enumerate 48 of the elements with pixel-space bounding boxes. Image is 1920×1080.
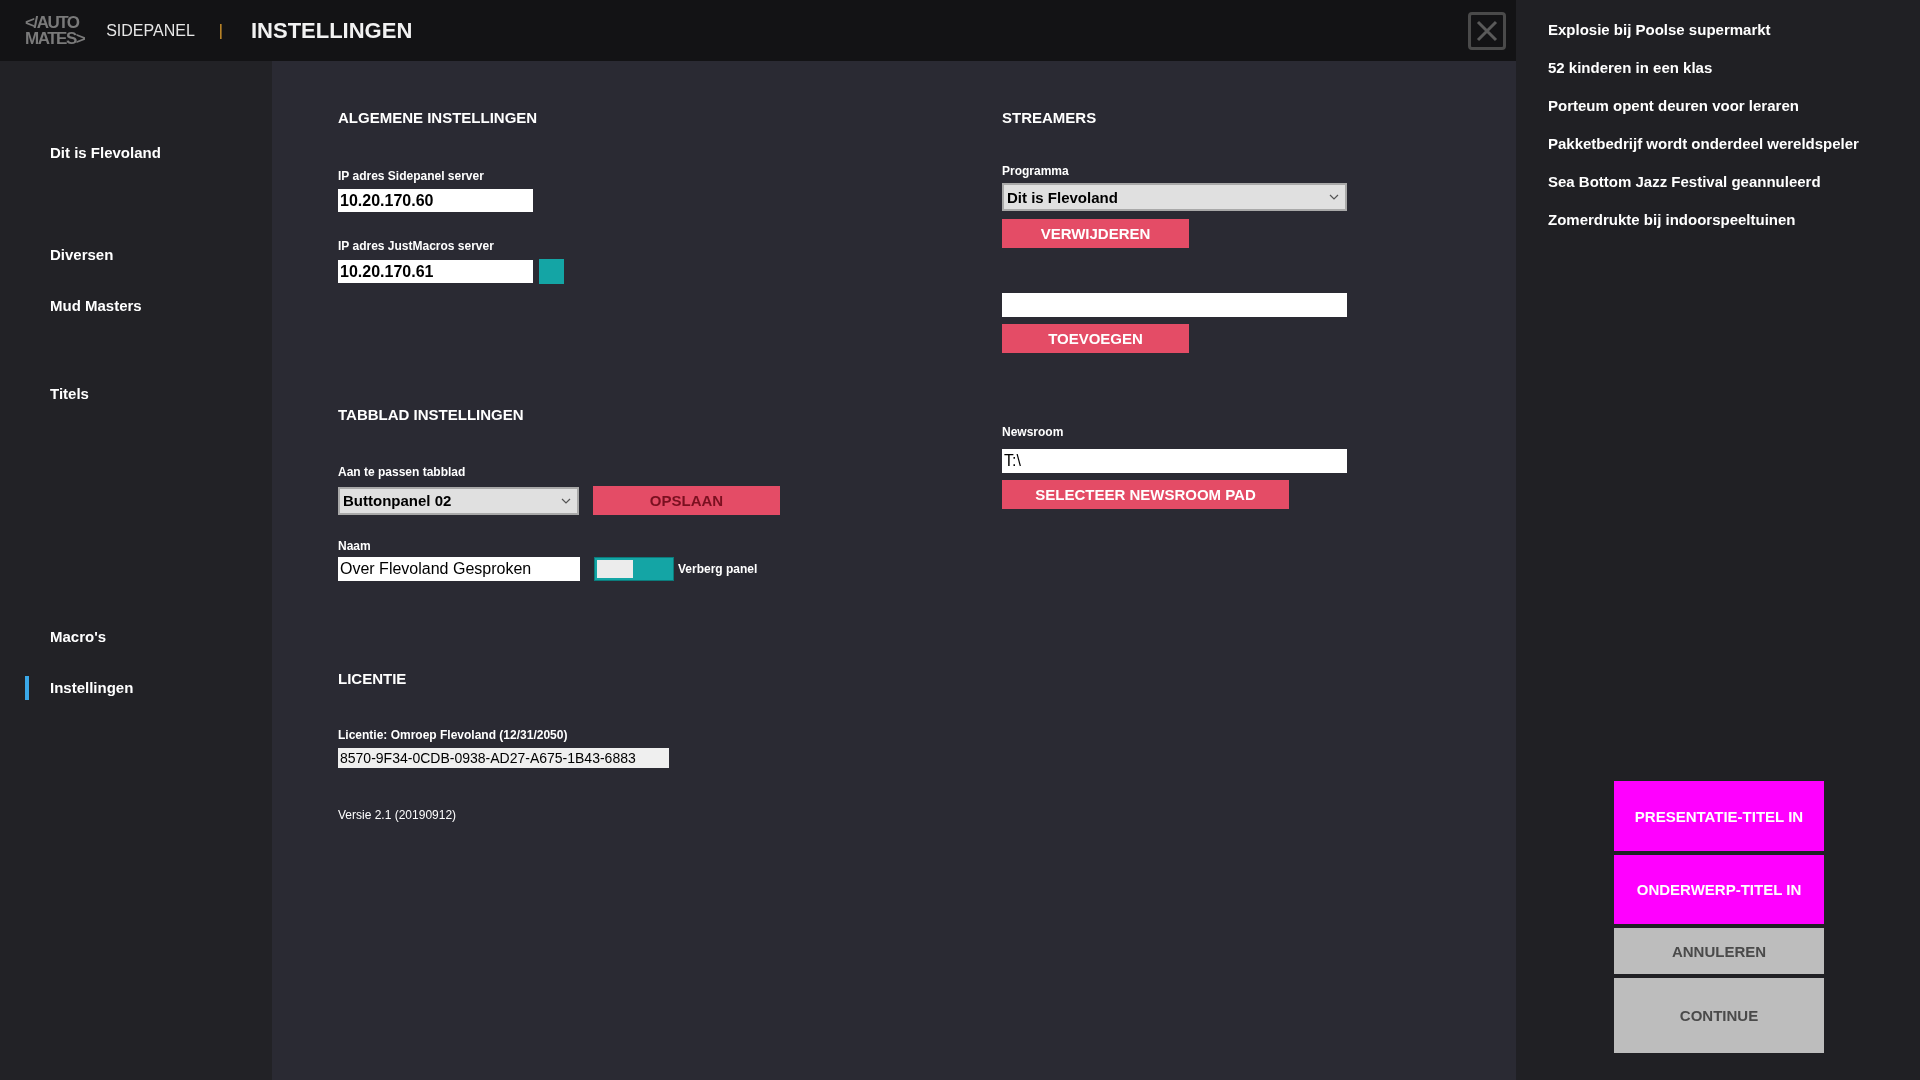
section-heading: LICENTIE bbox=[338, 670, 407, 688]
version-text: Versie 2.1 (20190912) bbox=[338, 808, 457, 822]
news-item[interactable]: Zomerdrukte bij indoorspeeltuinen bbox=[1548, 210, 1920, 248]
remove-button[interactable]: VERWIJDEREN bbox=[1002, 219, 1189, 248]
news-item[interactable]: Sea Bottom Jazz Festival geannuleerd bbox=[1548, 172, 1920, 210]
section-heading: STREAMERS bbox=[1002, 109, 1097, 127]
field-label: IP adres Sidepanel server bbox=[338, 169, 484, 184]
app-name: SIDEPANEL bbox=[106, 21, 195, 40]
field-label: Licentie: Omroep Flevoland (12/31/2050) bbox=[338, 728, 568, 743]
input-field[interactable]: Over Flevoland Gesproken bbox=[338, 557, 580, 581]
chevron-down-icon bbox=[1329, 194, 1339, 200]
sidebar-item[interactable]: Mud Masters bbox=[50, 297, 142, 314]
field-label: Aan te passen tabblad bbox=[338, 465, 466, 480]
license-key-field[interactable]: 8570-9F34-0CDB-0938-AD27-A675-1B43-6883 bbox=[338, 748, 669, 768]
news-item[interactable]: Pakketbedrijf wordt onderdeel wereldspeler bbox=[1548, 134, 1920, 172]
field-label: Programma bbox=[1002, 164, 1069, 179]
status-indicator bbox=[539, 259, 564, 284]
chevron-down-icon bbox=[561, 497, 571, 504]
sidebar-item[interactable]: Macro's bbox=[50, 628, 107, 645]
field-label: Naam bbox=[338, 539, 371, 554]
program-dropdown[interactable]: Dit is Flevoland bbox=[1002, 183, 1347, 211]
logo: </AUTO MATES> bbox=[25, 14, 85, 47]
news-item[interactable]: Porteum opent deuren voor leraren bbox=[1548, 96, 1920, 134]
sidebar-item[interactable]: Dit is Flevoland bbox=[50, 144, 161, 161]
close-icon bbox=[1476, 19, 1498, 42]
separator: | bbox=[218, 21, 223, 40]
toggle-label: Verberg panel bbox=[678, 562, 758, 576]
input-field[interactable] bbox=[1002, 293, 1347, 317]
input-field[interactable]: 10.20.170.60 bbox=[338, 189, 533, 212]
action-button[interactable]: ANNULEREN bbox=[1614, 928, 1824, 974]
action-button[interactable]: CONTINUE bbox=[1614, 978, 1824, 1053]
sidebar-item[interactable]: Titels bbox=[50, 385, 89, 402]
field-label: Newsroom bbox=[1002, 425, 1064, 440]
add-button[interactable]: TOEVOEGEN bbox=[1002, 324, 1189, 353]
close-button[interactable] bbox=[1468, 11, 1506, 50]
section-heading: ALGEMENE INSTELLINGEN bbox=[338, 109, 538, 127]
news-item[interactable]: 52 kinderen in een klas bbox=[1548, 58, 1920, 96]
input-field[interactable]: T:\ bbox=[1002, 449, 1347, 473]
news-item[interactable]: Explosie bij Poolse supermarkt bbox=[1548, 20, 1920, 58]
toggle-switch[interactable] bbox=[594, 557, 674, 581]
sidebar-item[interactable]: Instellingen bbox=[50, 679, 134, 696]
sidebar-item[interactable]: Diversen bbox=[50, 246, 114, 263]
field-label: IP adres JustMacros server bbox=[338, 239, 494, 254]
input-field[interactable]: 10.20.170.61 bbox=[338, 260, 533, 283]
select-path-button[interactable]: SELECTEER NEWSROOM PAD bbox=[1002, 480, 1289, 509]
section-heading: TABBLAD INSTELLINGEN bbox=[338, 406, 524, 424]
tab-dropdown[interactable]: Buttonpanel 02 bbox=[338, 486, 579, 515]
page-title: INSTELLINGEN bbox=[250, 17, 414, 44]
